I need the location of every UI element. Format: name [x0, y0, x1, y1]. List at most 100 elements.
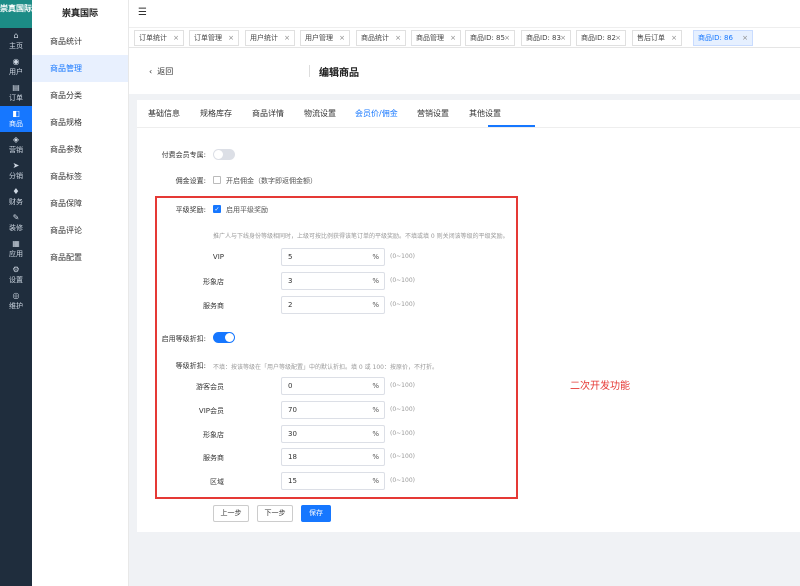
home-icon: ⌂: [13, 31, 19, 40]
tab-label: 商品ID: 83: [526, 34, 561, 42]
sidebar-menu: 崇真国际 商品统计 商品管理 商品分类 商品规格 商品参数 商品标签 商品保障 商品评论 商品配…: [32, 0, 129, 586]
top-bar: ☰: [129, 0, 800, 28]
menu-item[interactable]: 商品分类: [32, 82, 128, 109]
highlight-box: [155, 196, 518, 499]
close-icon[interactable]: ×: [395, 31, 401, 46]
tab-item[interactable]: 用户统计 ×: [245, 30, 295, 46]
menu-item[interactable]: 商品参数: [32, 136, 128, 163]
close-icon[interactable]: ×: [450, 31, 456, 46]
tab-label: 订单统计: [139, 34, 167, 42]
back-button[interactable]: ‹ 返回: [149, 66, 173, 77]
rail-item-label: 应用: [9, 250, 23, 258]
subtab-item[interactable]: 会员价/佣金: [355, 108, 398, 119]
settings-icon: ⚙: [12, 265, 20, 274]
save-button[interactable]: 保存: [301, 505, 331, 522]
rail-item-label: 设置: [9, 276, 23, 284]
tab-label: 商品ID: 82: [581, 34, 616, 42]
divider: [309, 65, 310, 77]
tab-label: 用户统计: [250, 34, 278, 42]
hamburger-icon[interactable]: ☰: [138, 7, 147, 18]
subtab-item[interactable]: 物流设置: [304, 108, 336, 119]
tab-item[interactable]: 商品ID: 86 ×: [693, 30, 753, 46]
menu-item[interactable]: 商品统计: [32, 28, 128, 55]
tab-label: 商品ID: 86: [698, 34, 733, 42]
menu-item[interactable]: 商品评论: [32, 217, 128, 244]
user-icon: ◉: [12, 57, 20, 66]
rail-item-6[interactable]: ♦ 财务: [0, 184, 32, 210]
close-icon[interactable]: ×: [560, 31, 566, 46]
commission-label: 佣金设置:: [175, 177, 206, 185]
app-logo: 崇真国际: [0, 0, 32, 28]
decor-icon: ✎: [12, 213, 20, 222]
rail-item-9[interactable]: ⚙ 设置: [0, 262, 32, 288]
close-icon[interactable]: ×: [339, 31, 345, 46]
prev-step-button[interactable]: 上一步: [213, 505, 249, 522]
next-step-button[interactable]: 下一步: [257, 505, 293, 522]
order-icon: ▤: [12, 83, 20, 92]
tab-item[interactable]: 商品ID: 83 ×: [521, 30, 571, 46]
menu-item[interactable]: 商品规格: [32, 109, 128, 136]
divider: [137, 127, 800, 128]
commission-checkbox[interactable]: [213, 176, 221, 184]
close-icon[interactable]: ×: [228, 31, 234, 46]
tab-item[interactable]: 售后订单 ×: [632, 30, 682, 46]
tab-item[interactable]: 用户管理 ×: [300, 30, 350, 46]
rail-item-7[interactable]: ✎ 装修: [0, 210, 32, 236]
rail-item-4[interactable]: ◈ 营销: [0, 132, 32, 158]
tab-item[interactable]: 商品ID: 85 ×: [465, 30, 515, 46]
rail-item-2[interactable]: ▤ 订单: [0, 80, 32, 106]
rail-item-label: 营销: [9, 146, 23, 154]
subtab-item[interactable]: 商品详情: [252, 108, 284, 119]
annotation-text: 二次开发功能: [570, 381, 630, 392]
chevron-left-icon: ‹: [149, 67, 153, 76]
menu-item[interactable]: 商品标签: [32, 163, 128, 190]
subtab-item[interactable]: 其他设置: [469, 108, 501, 119]
tab-item[interactable]: 订单管理 ×: [189, 30, 239, 46]
icon-rail: 崇真国际 ⌂ 主页 ◉ 用户 ▤ 订单 ◧ 商品 ◈ 营销 ➤ 分销 ♦ 财务 ✎ 装修 ▦ 应用 ⚙ 设置 ◎ 维护: [0, 0, 32, 586]
subtab-item[interactable]: 基础信息: [148, 108, 180, 119]
rail-item-0[interactable]: ⌂ 主页: [0, 28, 32, 54]
rail-item-3[interactable]: ◧ 商品: [0, 106, 32, 132]
tab-item[interactable]: 商品ID: 82 ×: [576, 30, 626, 46]
finance-icon: ♦: [12, 187, 20, 196]
rail-item-label: 用户: [9, 68, 23, 76]
tab-item[interactable]: 订单统计 ×: [134, 30, 184, 46]
tab-label: 售后订单: [637, 34, 665, 42]
close-icon[interactable]: ×: [615, 31, 621, 46]
page-title: 编辑商品: [319, 68, 359, 79]
close-icon[interactable]: ×: [742, 31, 748, 46]
rail-item-1[interactable]: ◉ 用户: [0, 54, 32, 80]
paid-member-label: 付费会员专属:: [161, 151, 206, 159]
close-icon[interactable]: ×: [504, 31, 510, 46]
subtab-item[interactable]: 规格库存: [200, 108, 232, 119]
rail-item-label: 订单: [9, 94, 23, 102]
menu-item[interactable]: 商品管理: [32, 55, 128, 82]
rail-item-label: 商品: [9, 120, 23, 128]
rail-item-5[interactable]: ➤ 分销: [0, 158, 32, 184]
menu-title: 崇真国际: [61, 9, 98, 19]
tab-label: 订单管理: [194, 34, 222, 42]
distribution-icon: ➤: [12, 161, 20, 170]
close-icon[interactable]: ×: [173, 31, 179, 46]
rail-item-label: 装修: [9, 224, 23, 232]
marketing-icon: ◈: [12, 135, 20, 144]
tab-label: 商品统计: [361, 34, 389, 42]
tab-label: 用户管理: [305, 34, 333, 42]
tab-item[interactable]: 商品管理 ×: [411, 30, 461, 46]
close-icon[interactable]: ×: [671, 31, 677, 46]
close-icon[interactable]: ×: [284, 31, 290, 46]
tab-item[interactable]: 商品统计 ×: [356, 30, 406, 46]
tab-label: 商品ID: 85: [470, 34, 505, 42]
commission-text: 开启佣金（数字即返佣金额）: [226, 177, 317, 185]
rail-item-8[interactable]: ▦ 应用: [0, 236, 32, 262]
subtab-item[interactable]: 营销设置: [417, 108, 449, 119]
back-label: 返回: [157, 67, 174, 76]
menu-item[interactable]: 商品配置: [32, 244, 128, 271]
menu-item[interactable]: 商品保障: [32, 190, 128, 217]
paid-member-switch[interactable]: [213, 149, 235, 160]
rail-item-label: 主页: [9, 42, 23, 50]
rail-item-10[interactable]: ◎ 维护: [0, 288, 32, 314]
tab-label: 商品管理: [416, 34, 444, 42]
rail-item-label: 财务: [9, 198, 23, 206]
page-header: ‹ 返回 编辑商品: [129, 48, 800, 94]
